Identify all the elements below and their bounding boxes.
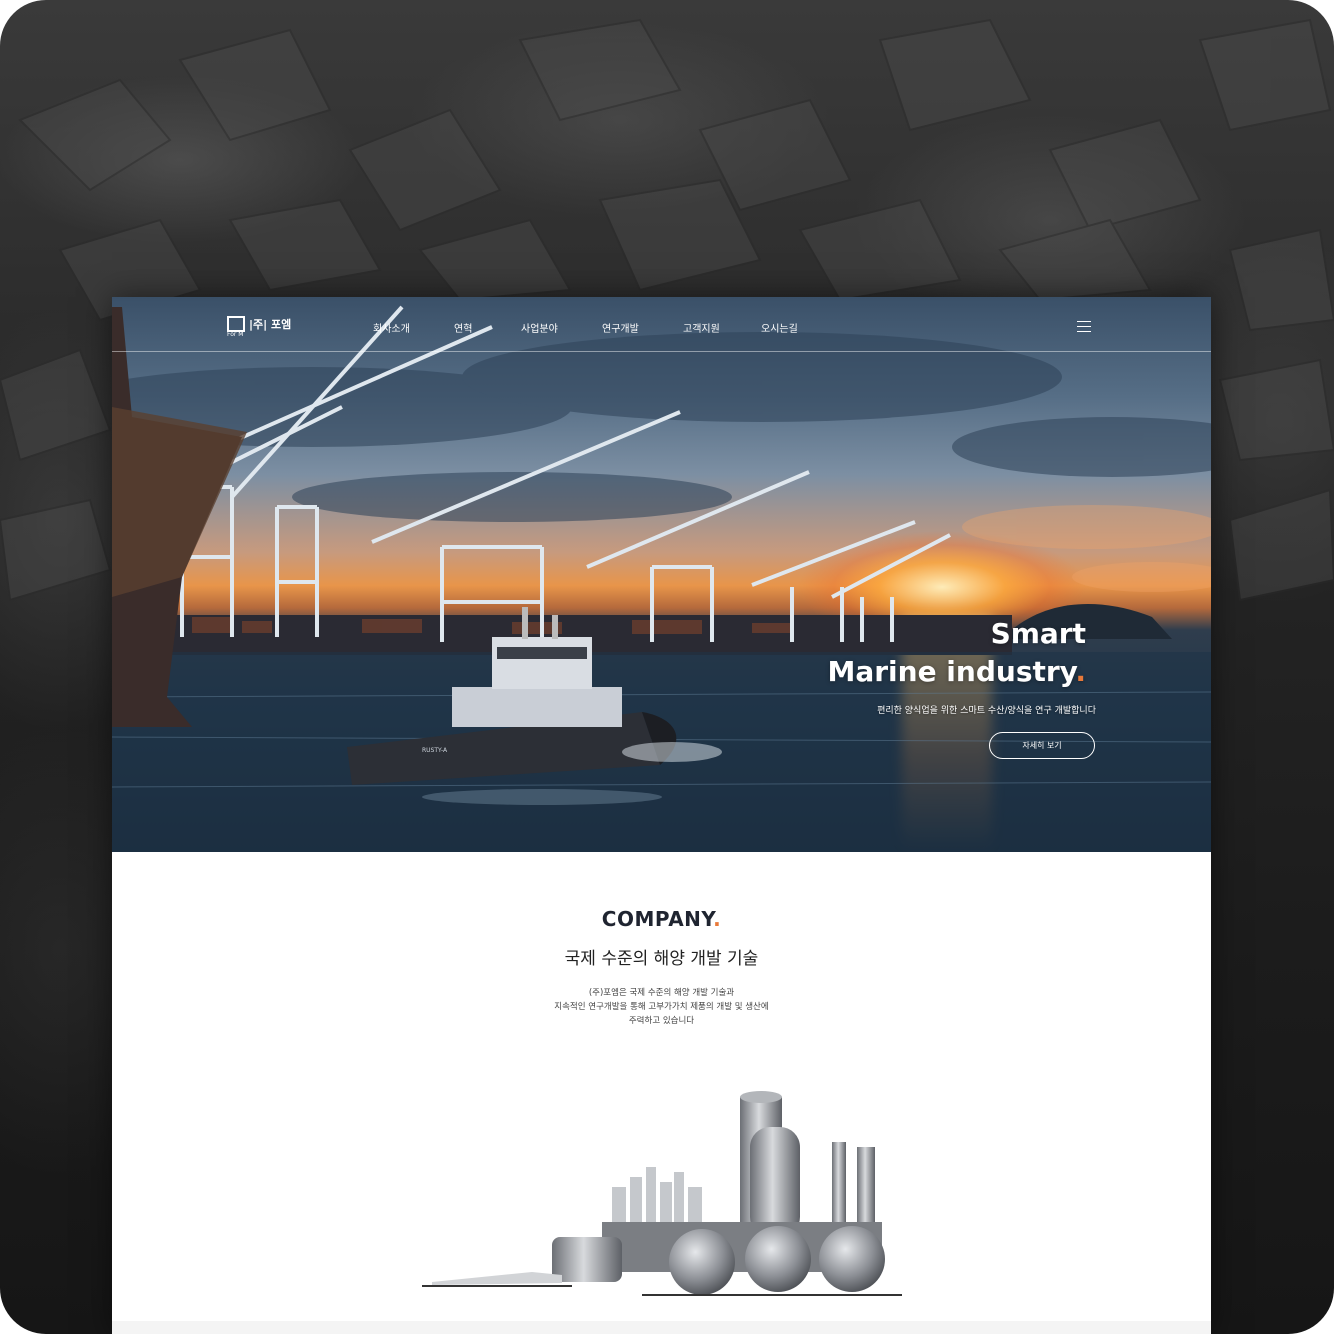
company-section-title: COMPANY. — [112, 907, 1211, 931]
hero-title-line2-text: Marine industry — [827, 655, 1076, 688]
nav-item-support[interactable]: 고객지원 — [683, 320, 720, 335]
logo-square-icon — [227, 316, 245, 332]
nav-item-history[interactable]: 연혁 — [454, 320, 472, 335]
hero-section: RUSTY-A |주| 포엠 For M 회사소개 연혁 사업분야 연구개발 고… — [112, 297, 1211, 852]
nav-item-rnd[interactable]: 연구개발 — [602, 320, 639, 335]
logo-text: |주| 포엠 — [249, 318, 292, 331]
menu-hamburger-icon[interactable] — [1077, 321, 1091, 333]
company-desc-line3: 주력하고 있습니다 — [628, 1016, 695, 1026]
nav-item-company-intro[interactable]: 회사소개 — [373, 320, 410, 335]
industrial-plant-illustration — [422, 1091, 902, 1296]
website-mockup: RUSTY-A |주| 포엠 For M 회사소개 연혁 사업분야 연구개발 고… — [112, 297, 1211, 1334]
company-title-accent-dot: . — [713, 907, 722, 931]
boat-hull-label: RUSTY-A — [422, 747, 448, 754]
company-desc-line1: (주)포엠은 국제 수준의 해양 개발 기술과 — [588, 988, 735, 998]
nav-item-business[interactable]: 사업분야 — [521, 320, 558, 335]
hero-title-line1: Smart — [990, 617, 1086, 650]
hero-title: Smart Marine industry. — [827, 615, 1086, 691]
company-title-text: COMPANY — [601, 907, 714, 931]
hero-subtitle: 편리한 양식업을 위한 스마트 수산/양식을 연구 개발합니다 — [877, 706, 1096, 716]
top-navigation-bar: |주| 포엠 For M 회사소개 연혁 사업분야 연구개발 고객지원 오시는길 — [112, 297, 1211, 352]
logo-subtext: For M — [227, 331, 244, 338]
port-scene-illustration: RUSTY-A — [112, 305, 1211, 852]
hero-title-accent-dot: . — [1075, 655, 1086, 688]
nav-item-directions[interactable]: 오시는길 — [761, 320, 798, 335]
bottom-strip — [112, 1321, 1211, 1334]
hero-title-line2: Marine industry. — [827, 653, 1086, 691]
company-description: (주)포엠은 국제 수준의 해양 개발 기술과 지속적인 연구개발을 통해 고부… — [112, 986, 1211, 1028]
company-desc-line2: 지속적인 연구개발을 통해 고부가가치 제품의 개발 및 생산에 — [554, 1002, 769, 1012]
learn-more-button[interactable]: 자세히 보기 — [989, 732, 1095, 759]
company-subtitle: 국제 수준의 해양 개발 기술 — [564, 949, 759, 969]
